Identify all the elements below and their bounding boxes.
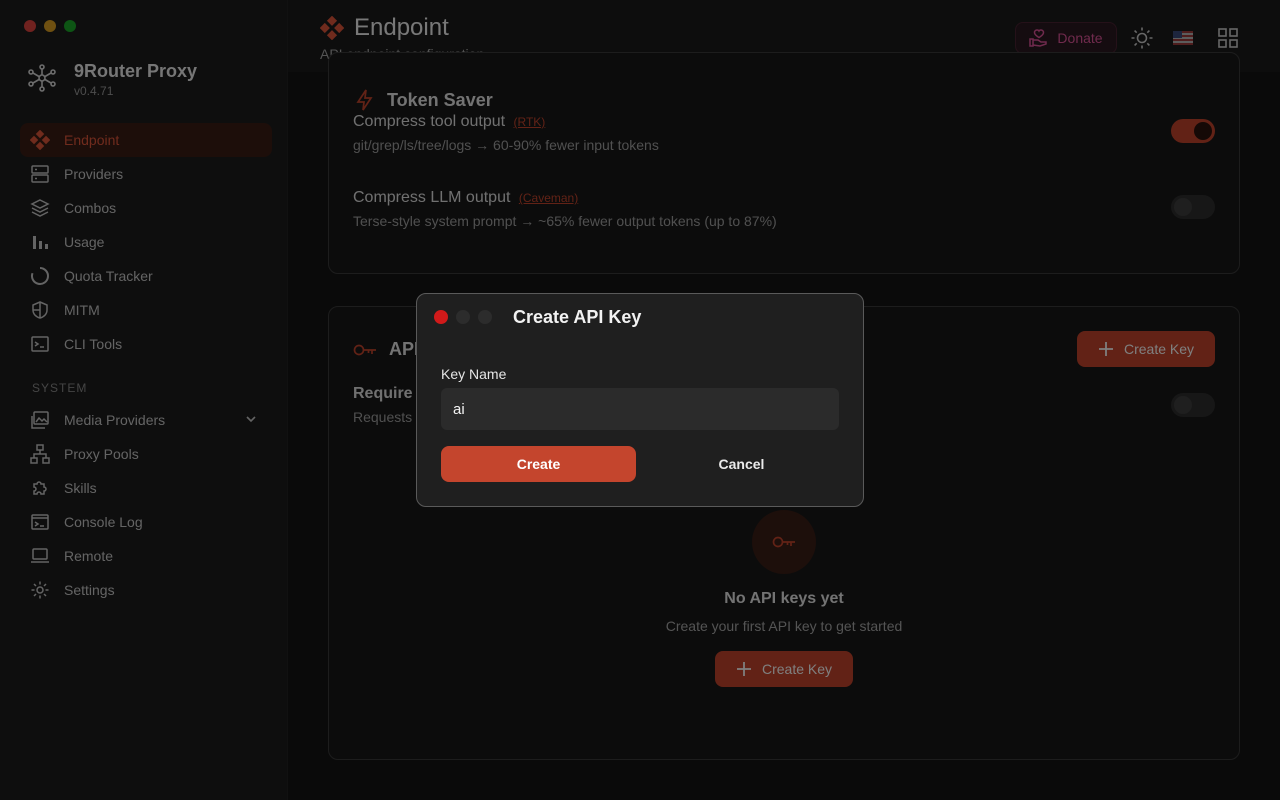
dialog-close-button[interactable] (434, 310, 448, 324)
create-button[interactable]: Create (441, 446, 636, 482)
create-api-key-dialog: Create API Key Key Name Create Cancel (416, 293, 864, 507)
cancel-button[interactable]: Cancel (644, 446, 839, 482)
dialog-window-controls (434, 310, 492, 324)
key-name-label: Key Name (441, 366, 507, 382)
app-window: 9Router Proxy v0.4.71 Endpoint Providers (0, 0, 1280, 800)
key-name-input[interactable] (441, 388, 839, 430)
dialog-title: Create API Key (513, 307, 642, 327)
dialog-minimize-button (456, 310, 470, 324)
dialog-zoom-button (478, 310, 492, 324)
